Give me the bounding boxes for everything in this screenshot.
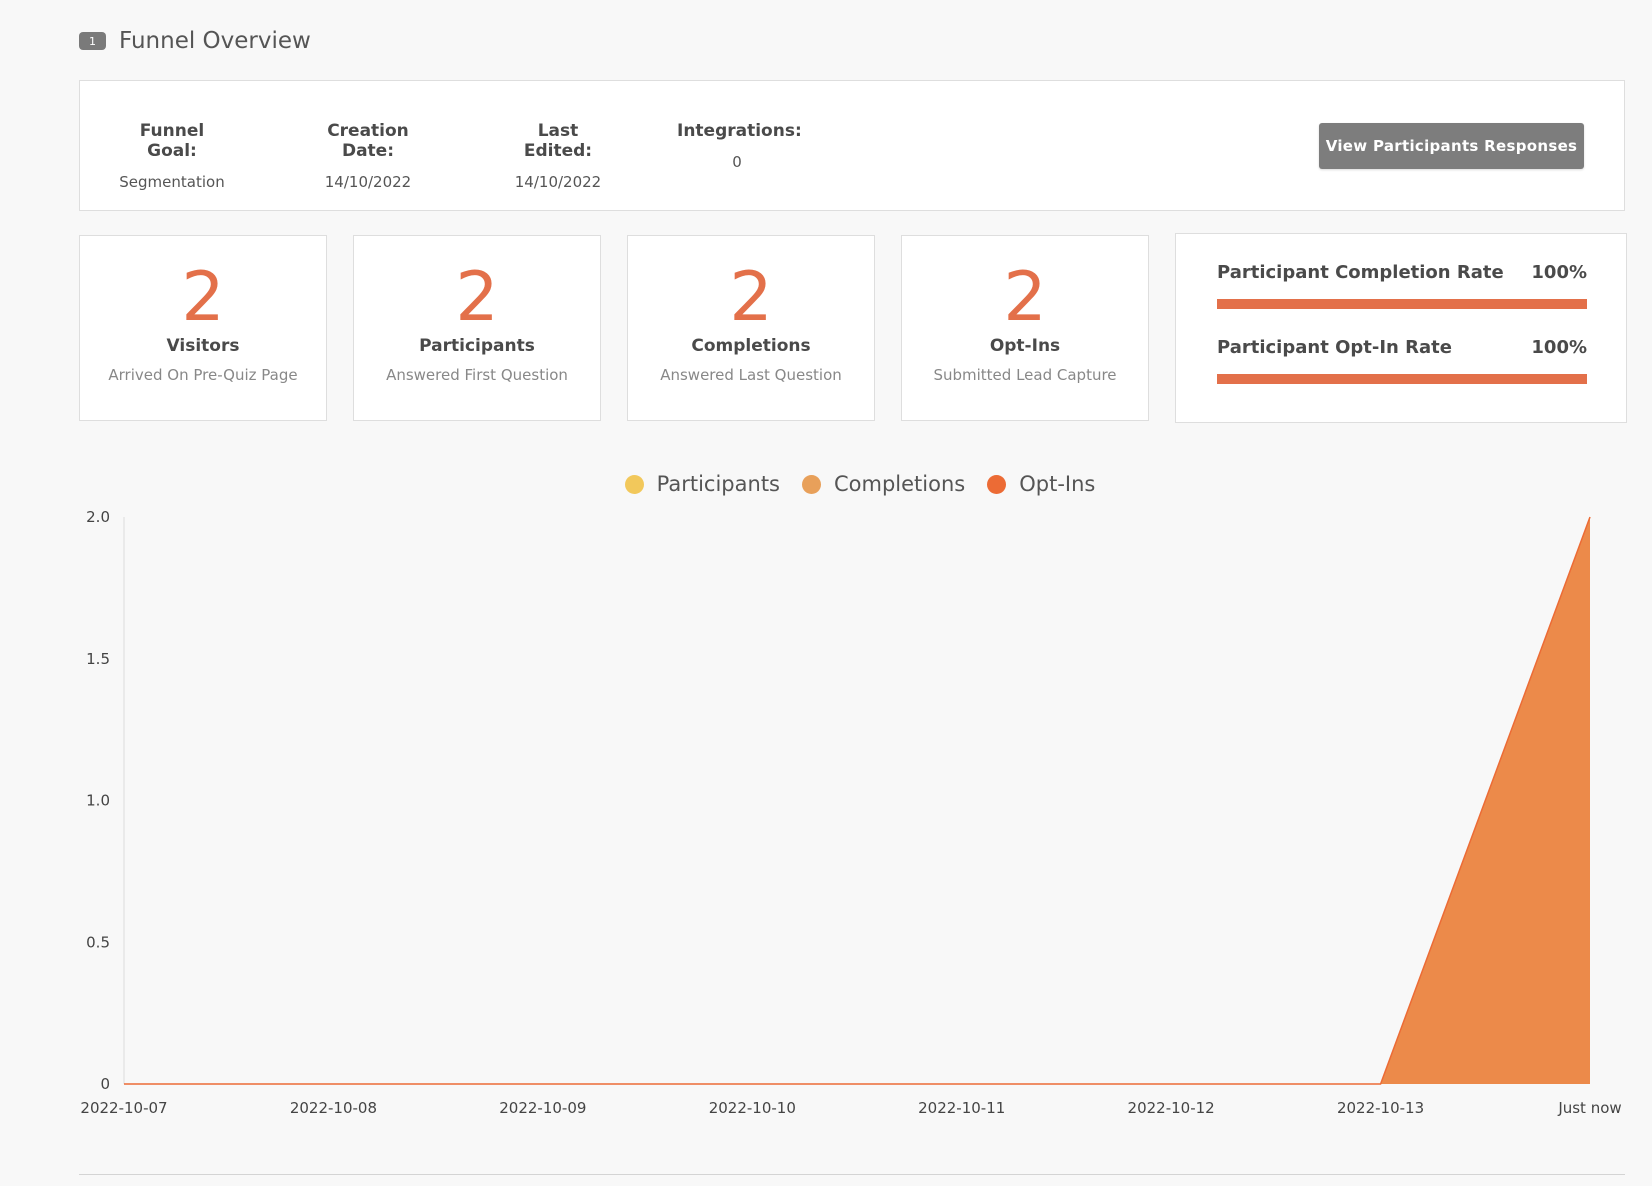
view-participants-responses-button[interactable]: View Participants Responses: [1319, 123, 1584, 169]
stat-label: Visitors: [166, 336, 240, 356]
section-header: 1 Funnel Overview: [79, 28, 311, 54]
stat-number: 2: [181, 258, 225, 337]
stat-label: Participants: [419, 336, 535, 356]
last-edited-label: Last Edited:: [523, 121, 593, 161]
x-tick-label: 2022-10-08: [290, 1099, 377, 1117]
stat-number: 2: [1003, 258, 1047, 337]
creation-date-value: 14/10/2022: [324, 173, 412, 191]
funnel-info-card: Funnel Goal: Segmentation Creation Date:…: [79, 80, 1625, 211]
creation-date-label: Creation Date:: [327, 121, 409, 161]
completion-rate-bar: [1217, 299, 1587, 309]
stat-card-optins: 2 Opt-Ins Submitted Lead Capture: [901, 235, 1149, 421]
last-edited-value: 14/10/2022: [514, 173, 602, 191]
completion-rate-label: Participant Completion Rate: [1217, 262, 1504, 283]
chart-plot: 0 0.5 1.0 1.5 2.0 2022-10-07 2022-10-08 2022-10…: [80, 508, 1621, 1117]
funnel-goal-label: Funnel Goal:: [139, 121, 205, 161]
y-tick-label: 0: [100, 1075, 110, 1093]
series-line-opt-ins: [124, 516, 1591, 1085]
area-opt-ins: [124, 517, 1590, 1084]
stat-number: 2: [455, 258, 499, 337]
y-tick-label: 2.0: [86, 508, 110, 526]
stat-label: Completions: [691, 336, 811, 356]
creation-date: Creation Date: 14/10/2022: [302, 121, 434, 191]
completion-rate-bar-fill: [1217, 299, 1587, 309]
last-edited: Last Edited: 14/10/2022: [503, 121, 613, 191]
area-completions: [124, 517, 1590, 1084]
x-tick-label: 2022-10-10: [709, 1099, 796, 1117]
integrations: Integrations: 0: [677, 121, 802, 171]
rates-card: Participant Completion Rate 100% Partici…: [1175, 233, 1627, 423]
stat-subtitle: Submitted Lead Capture: [933, 366, 1117, 384]
y-tick-label: 1.5: [86, 650, 110, 668]
stat-subtitle: Answered First Question: [386, 366, 568, 384]
y-tick-label: 1.0: [86, 792, 110, 810]
x-tick-label: 2022-10-11: [918, 1099, 1005, 1117]
stat-card-visitors: 2 Visitors Arrived On Pre-Quiz Page: [79, 235, 327, 421]
x-tick-label: 2022-10-07: [80, 1099, 167, 1117]
x-tick-label: 2022-10-12: [1128, 1099, 1215, 1117]
y-tick-label: 0.5: [86, 933, 110, 951]
divider: [79, 1174, 1625, 1175]
integrations-value: 0: [732, 153, 742, 171]
area-participants: [124, 517, 1590, 1084]
stat-subtitle: Answered Last Question: [660, 366, 842, 384]
x-tick-label: 2022-10-09: [499, 1099, 586, 1117]
completion-rate-value: 100%: [1531, 262, 1587, 283]
optin-rate: Participant Opt-In Rate 100%: [1217, 337, 1587, 384]
completion-rate: Participant Completion Rate 100%: [1217, 262, 1587, 309]
step-badge: 1: [79, 32, 106, 50]
stat-label: Opt-Ins: [989, 336, 1061, 356]
stat-card-participants: 2 Participants Answered First Question: [353, 235, 601, 421]
stat-number: 2: [729, 258, 773, 337]
optin-rate-label: Participant Opt-In Rate: [1217, 337, 1452, 358]
stat-subtitle: Arrived On Pre-Quiz Page: [108, 366, 298, 384]
integrations-label: Integrations:: [677, 121, 802, 141]
stat-card-completions: 2 Completions Answered Last Question: [627, 235, 875, 421]
optin-rate-value: 100%: [1531, 337, 1587, 358]
funnel-goal-value: Segmentation: [119, 173, 225, 191]
optin-rate-bar: [1217, 374, 1587, 384]
optin-rate-bar-fill: [1217, 374, 1587, 384]
funnel-goal: Funnel Goal: Segmentation: [116, 121, 228, 191]
x-tick-label: 2022-10-13: [1337, 1099, 1424, 1117]
x-tick-label: Just now: [1557, 1099, 1621, 1117]
funnel-chart: Participants Completions Opt-Ins 0 0.5 1.0…: [0, 460, 1652, 1120]
page-title: Funnel Overview: [119, 28, 311, 54]
